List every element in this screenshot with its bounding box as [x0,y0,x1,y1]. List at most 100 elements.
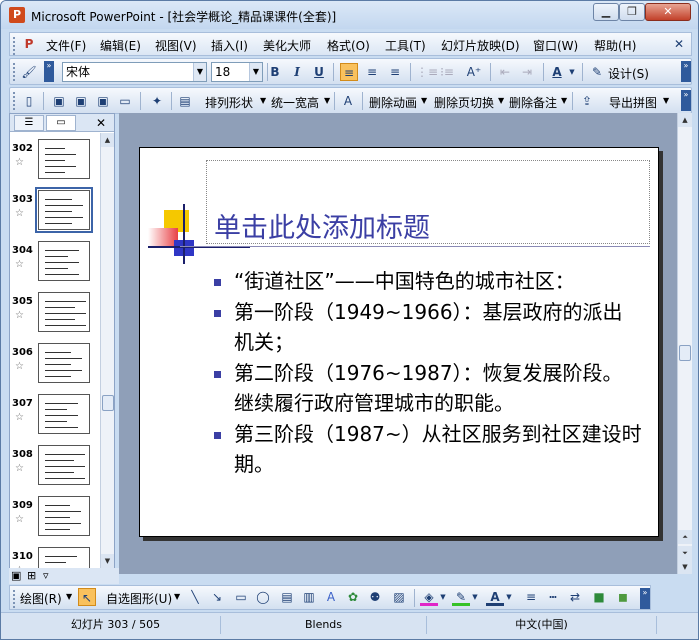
chevron-down-icon[interactable]: ▼ [504,588,514,606]
chevron-down-icon[interactable]: ▼ [260,96,266,105]
select-pointer-icon[interactable]: ↖ [78,588,96,606]
chevron-down-icon[interactable]: ▼ [561,96,567,105]
delete-animation-button[interactable]: 删除动画 [369,94,417,111]
picture-icon[interactable]: ▣ [50,92,68,110]
line-style-icon[interactable]: ≡ [522,588,540,606]
arrow-style-icon[interactable]: ⇄ [566,588,584,606]
menu-slideshow[interactable]: 幻灯片放映(D) [441,37,520,54]
draw-menu-button[interactable]: 绘图(R) [20,590,62,607]
toolbar-grip[interactable] [13,590,16,608]
minimize-button[interactable]: ▁ [593,3,619,21]
content-placeholder[interactable]: “街道社区”——中国特色的城市社区： 第一阶段（1949~1966）：基层政府的… [212,266,642,480]
slide-thumbnail-preview[interactable] [38,343,90,383]
slide-thumbnail[interactable]: 307 ☆ [10,394,100,444]
slide-thumbnail[interactable]: 302 ☆ [10,139,100,189]
scroll-up-icon[interactable]: ▲ [101,133,114,147]
export-icon[interactable]: ⇪ [578,92,596,110]
layout-icon[interactable]: ▭ [116,92,134,110]
dash-style-icon[interactable]: ┅ [544,588,562,606]
arrow-icon[interactable]: ↘ [208,588,226,606]
chevron-down-icon[interactable]: ▼ [249,63,262,81]
export-collage-button[interactable]: 导出拼图 [609,94,657,111]
new-slide-icon[interactable]: ▯ [20,92,38,110]
align-center-icon[interactable]: ≡ [363,63,381,81]
menu-beautify[interactable]: 美化大师 [263,37,311,54]
chevron-down-icon[interactable]: ▼ [421,96,427,105]
normal-view-icon[interactable]: ▣ [11,569,21,582]
scroll-down-icon[interactable]: ▼ [101,554,114,568]
scroll-up-icon[interactable]: ▲ [678,113,692,127]
close-button[interactable]: ✕ [645,3,691,21]
bulleted-list-icon[interactable]: ⁝≡ [438,63,456,81]
align-right-icon[interactable]: ≡ [386,63,404,81]
toolbar-options-chevron[interactable]: » [681,61,691,82]
decrease-indent-icon[interactable]: ⇤ [496,63,514,81]
slide-title[interactable]: 单击此处添加标题 [214,206,430,245]
fill-color-icon[interactable]: ◈ [420,588,438,606]
format-painter-icon[interactable]: 🖌 [20,63,38,81]
clipart-icon[interactable]: ⚉ [366,588,384,606]
scrollbar-thumb[interactable] [679,345,691,361]
align-left-icon[interactable]: ≡ [340,63,358,81]
menu-tools[interactable]: 工具(T) [385,37,426,54]
close-pane-icon[interactable]: ✕ [96,116,106,130]
scrollbar-thumb[interactable] [102,395,114,411]
chevron-down-icon[interactable]: ▼ [498,96,504,105]
wordart-icon[interactable]: A [322,588,340,606]
toolbar-options-chevron[interactable]: » [44,61,54,82]
chevron-down-icon[interactable]: ▼ [174,592,180,601]
toolbar-grip[interactable] [13,92,16,110]
font-color-icon[interactable]: A [486,588,504,606]
slide-thumbnail[interactable]: 306 ☆ [10,343,100,393]
insert-picture-icon[interactable]: ▨ [390,588,408,606]
numbered-list-icon[interactable]: ⋮≡ [416,63,438,81]
slide-thumbnail[interactable]: 310☆ [10,547,100,568]
document-icon[interactable]: ▤ [176,92,194,110]
font-color-icon[interactable]: A [548,63,566,81]
slide-canvas[interactable]: 单击此处添加标题 “街道社区”——中国特色的城市社区： 第一阶段（1949~19… [139,147,659,537]
rectangle-icon[interactable]: ▭ [232,588,250,606]
magic-wand-icon[interactable]: ✦ [148,92,166,110]
delete-notes-button[interactable]: 删除备注 [509,94,557,111]
chevron-down-icon[interactable]: ▼ [663,96,669,105]
thumbnail-scrollbar[interactable]: ▲ ▼ [100,133,114,568]
text-style-icon[interactable]: A [339,92,357,110]
font-name-combo[interactable]: 宋体 ▼ [62,62,207,82]
italic-button[interactable]: I [288,63,306,81]
chevron-down-icon[interactable]: ▼ [567,63,577,81]
menu-help[interactable]: 帮助(H) [594,37,636,54]
slide-thumbnail-preview[interactable] [38,292,90,332]
menu-insert[interactable]: 插入(I) [211,37,248,54]
menu-file[interactable]: 文件(F) [46,37,86,54]
toolbar-options-chevron[interactable]: » [681,90,691,111]
chevron-down-icon[interactable]: ▼ [324,96,330,105]
slide-thumbnail-preview[interactable] [38,547,90,568]
font-size-combo[interactable]: 18 ▼ [211,62,263,82]
chevron-down-icon[interactable]: ▼ [438,588,448,606]
slide-thumbnail[interactable]: 304 ☆ [10,241,100,291]
arrange-shapes-button[interactable]: 排列形状 [205,94,253,111]
slide-thumbnail[interactable]: 309 ☆ [10,496,100,546]
menu-edit[interactable]: 编辑(E) [100,37,141,54]
oval-icon[interactable]: ◯ [254,588,272,606]
increase-indent-icon[interactable]: ⇥ [518,63,536,81]
increase-font-icon[interactable]: A⁺ [465,63,483,81]
vertical-textbox-icon[interactable]: ▥ [300,588,318,606]
scroll-down-icon[interactable]: ▼ [678,560,692,574]
previous-slide-icon[interactable]: ⏶ [678,530,692,544]
slide-thumbnail-preview[interactable] [38,139,90,179]
unify-size-button[interactable]: 统一宽高 [271,94,319,111]
slide-thumbnail-preview[interactable] [38,445,90,485]
slide-thumbnail-preview[interactable] [35,187,93,233]
tab-slides[interactable]: ▭ [46,115,76,131]
menu-grip[interactable] [13,37,16,55]
slide-thumbnail[interactable]: 305 ☆ [10,292,100,342]
toolbar-grip[interactable] [13,63,16,81]
slideshow-icon[interactable]: ▿ [43,569,49,582]
slide-scrollbar[interactable]: ▲ ⏶ ⏷ ▼ [677,113,692,574]
chevron-down-icon[interactable]: ▼ [193,63,206,81]
slide-thumbnail-preview[interactable] [38,241,90,281]
line-color-icon[interactable]: ✎ [452,588,470,606]
slide-sorter-icon[interactable]: ⊞ [27,569,36,582]
slide-thumbnail[interactable]: 308 ☆ [10,445,100,495]
